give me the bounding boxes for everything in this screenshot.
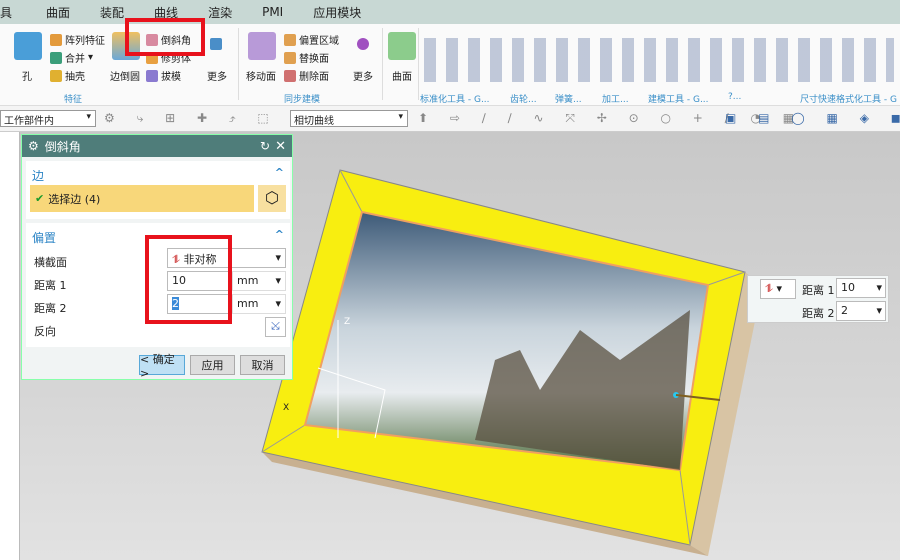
menu-tools[interactable]: 具: [0, 4, 12, 21]
reset-icon[interactable]: ↻: [260, 139, 270, 153]
float-distance1-label: 距离 1: [802, 284, 835, 297]
shell-icon: [50, 69, 62, 82]
more-sync-button[interactable]: 更多: [353, 68, 373, 83]
group-machining: 加工...: [602, 95, 629, 105]
navigator-strip[interactable]: [0, 132, 20, 560]
group-sync-modeling: 同步建模: [284, 95, 321, 105]
group-unknown: ?...: [728, 92, 742, 102]
menu-assembly[interactable]: 装配: [100, 4, 124, 21]
edge-section: 边 ^ ✔ 选择边 (4) ⬡: [26, 161, 290, 219]
pattern-button[interactable]: 阵列特征: [50, 32, 105, 47]
dialog-title: 倒斜角: [44, 139, 81, 154]
select-edge-cube-icon[interactable]: ⬡: [258, 185, 286, 212]
menu-surface[interactable]: 曲面: [46, 4, 70, 21]
view-icons[interactable]: ▣ ▤ ◯ ▦ ◈ ◼ ▸: [725, 111, 900, 125]
extra-feature-icon[interactable]: [210, 38, 222, 50]
curve-rule-select[interactable]: 相切曲线: [290, 110, 408, 127]
reverse-direction-button[interactable]: ⤩: [265, 317, 286, 337]
move-face-button[interactable]: 移动面: [246, 68, 276, 83]
draft-button[interactable]: 拔模: [146, 68, 181, 83]
distance1-unit-select[interactable]: mm ▾: [232, 271, 286, 291]
menu-render[interactable]: 渲染: [208, 4, 232, 21]
group-spring: 弹簧...: [555, 95, 582, 105]
collapse-icon[interactable]: ^: [275, 228, 284, 241]
check-icon: ✔: [35, 192, 45, 205]
group-gear: 齿轮...: [510, 95, 537, 105]
menu-pmi[interactable]: PMI: [262, 5, 283, 19]
select-edge-row[interactable]: ✔ 选择边 (4): [30, 185, 254, 212]
cross-section-mini-select[interactable]: ⥮ ▾: [760, 279, 796, 299]
offset-region-icon: [284, 33, 296, 46]
group-std-tools: 标准化工具 - G...: [420, 95, 490, 105]
edge-blend-button[interactable]: 边倒圆: [110, 68, 140, 83]
hole-icon[interactable]: [14, 32, 42, 60]
highlight-chamfer: [125, 18, 205, 56]
axis-x-label: X: [283, 403, 289, 413]
dialog-titlebar: ⚙ 倒斜角 ↻ ✕: [22, 135, 292, 157]
surface-icon[interactable]: [388, 32, 416, 60]
hole-button[interactable]: 孔: [22, 68, 32, 83]
surface-button[interactable]: 曲面: [392, 68, 412, 83]
offset-region-button[interactable]: 偏置区域: [284, 32, 339, 47]
axis-z-label: Z: [344, 317, 350, 327]
group-dimension-format: 尺寸快速格式化工具 - G: [800, 95, 897, 105]
distance2-label: 距离 2: [34, 302, 67, 315]
menu-app[interactable]: 应用模块: [313, 4, 361, 21]
float-distance2-input[interactable]: 2 ▾: [836, 301, 886, 321]
replace-face-icon: [284, 51, 296, 64]
distance2-unit-select[interactable]: mm ▾: [232, 294, 286, 314]
pattern-icon: [50, 33, 62, 46]
highlight-offset-fields: [145, 235, 232, 324]
move-face-icon[interactable]: [248, 32, 276, 60]
onscreen-input-panel: ⥮ ▾ 距离 1 10 ▾ 距离 2 2 ▾: [747, 275, 889, 323]
reverse-label: 反向: [34, 325, 56, 338]
ok-button[interactable]: < 确定 >: [139, 353, 185, 380]
more-features-button[interactable]: 更多: [207, 68, 227, 83]
replace-face-button[interactable]: 替换面: [284, 50, 329, 65]
sync-icon[interactable]: [357, 38, 369, 50]
unite-icon: [50, 51, 62, 64]
cross-section-label: 横截面: [34, 256, 67, 269]
cancel-button[interactable]: 取消: [240, 355, 285, 375]
group-modeling-tools: 建模工具 - G...: [648, 95, 709, 105]
gear-icon[interactable]: ⚙: [28, 139, 39, 153]
type-filter-select[interactable]: 工作部件内: [0, 110, 96, 127]
shell-button[interactable]: 抽壳: [50, 68, 85, 83]
draft-icon: [146, 69, 158, 82]
tool-icons-grid[interactable]: [424, 38, 894, 82]
collapse-icon[interactable]: ^: [275, 166, 284, 179]
close-icon[interactable]: ✕: [275, 139, 286, 154]
delete-face-icon: [284, 69, 296, 82]
float-distance2-label: 距离 2: [802, 307, 835, 320]
selection-toolbar: 工作部件内 ⚙ ⤷ ⊞ ✚ ⤴ ⬚ ◍ ◆ 相切曲线 ⬆ ⇨ ∕ ∕ ∿ ⤧ ✢…: [0, 106, 900, 132]
unite-button[interactable]: 合并 ▾: [50, 50, 93, 65]
group-features: 特征: [64, 95, 83, 105]
delete-face-button[interactable]: 删除面: [284, 68, 329, 83]
distance1-label: 距离 1: [34, 279, 67, 292]
apply-button[interactable]: 应用: [190, 355, 235, 375]
float-distance1-input[interactable]: 10 ▾: [836, 278, 886, 298]
